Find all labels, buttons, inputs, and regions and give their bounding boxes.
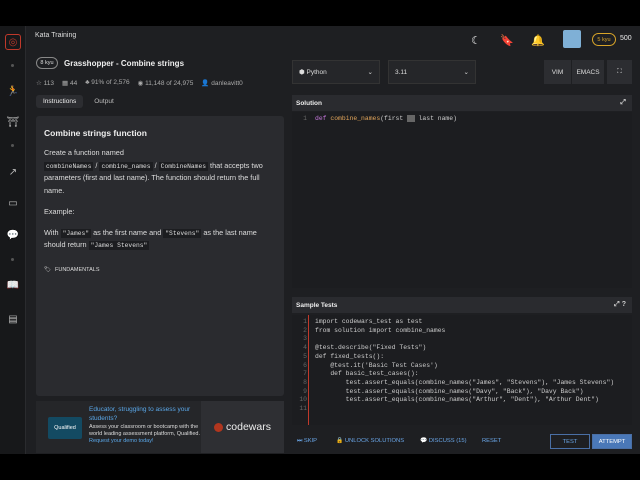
kata-tabs: Instructions Output (36, 95, 121, 108)
code-line: def basic_test_cases(): (315, 370, 419, 378)
nav-dot (11, 64, 14, 67)
chevron-down-icon: ⌄ (367, 69, 373, 76)
chevron-down-icon: ⌄ (463, 69, 469, 76)
description-paragraph: Create a function named combineNames / c… (44, 147, 263, 196)
chat-icon[interactable]: ▭ (6, 196, 20, 210)
satisfaction-stat: ♣ 91% of 2,576 (85, 79, 130, 86)
test-button[interactable]: TEST (550, 434, 590, 449)
running-icon[interactable]: 🏃 (6, 84, 20, 98)
qualified-logo: Qualified (48, 417, 82, 439)
python-icon: ⬢ (299, 69, 305, 76)
line-number: 7 (303, 370, 307, 378)
line-number: 4 (303, 344, 307, 352)
discuss-button[interactable]: 💬 DISCUSS (15) (420, 438, 467, 444)
code-arg1: "James" (60, 228, 92, 238)
stars-stat[interactable]: ☆ 113 (36, 79, 54, 87)
example-label: Example: (44, 206, 75, 216)
code-line: def fixed_tests(): (315, 352, 385, 360)
expand-icon[interactable]: ⤢ (620, 99, 626, 107)
line-number: 1 (303, 115, 307, 122)
top-bar: Kata Training ☾ 🔖 🔔 5 kyu 500 (26, 26, 640, 54)
emacs-button[interactable]: EMACS (572, 60, 604, 84)
author-stat[interactable]: 👤 danleavitt0 (201, 79, 242, 87)
docs-icon[interactable]: ▤ (6, 312, 20, 326)
line-number: 10 (299, 396, 307, 404)
tab-output[interactable]: Output (87, 95, 121, 108)
version-select[interactable]: 3.11 ⌄ (388, 60, 476, 84)
codewars-brand: codewars (201, 401, 284, 453)
fullscreen-icon[interactable]: ⛶ (607, 60, 632, 84)
line-number: 6 (303, 361, 307, 369)
left-sidebar: ◎ 🏃 ⛩ ↗ ▭ 💬 📖 ▤ (0, 26, 26, 454)
avatar[interactable] (563, 30, 581, 48)
solution-header: Solution ⤢ (292, 95, 632, 111)
tag-icon: 🏷 (44, 267, 51, 274)
code-line: def combine_names(first __ last name) (315, 115, 457, 122)
line-number: 1 (303, 318, 307, 325)
nav-dot (11, 258, 14, 261)
line-number: 3 (303, 335, 307, 343)
skip-button[interactable]: ⏭ SKIP (297, 438, 317, 445)
code-line: @test.it('Basic Test Cases') (315, 361, 438, 369)
kata-stats: ☆ 113 ▦ 44 ♣ 91% of 2,576 ◉ 11,148 of 24… (36, 79, 243, 87)
code-fn1: combineNames (44, 161, 94, 171)
example-paragraph: With "James" as the first name and "Stev… (44, 227, 257, 251)
sample-tests-header: Sample Tests ⤢ ? (292, 297, 632, 313)
completed-stat: ◉ 11,148 of 24,975 (137, 80, 194, 87)
nav-dot (11, 144, 14, 147)
honor-count: 500 (620, 35, 632, 42)
code-line: import codewars_test as test (315, 318, 423, 325)
language-select[interactable]: ⬢ Python ⌄ (292, 60, 380, 84)
line-number: 5 (303, 352, 307, 360)
code-line: test.assert_equals(combine_names("James"… (315, 378, 615, 386)
line-number: 2 (303, 326, 307, 334)
collections-stat[interactable]: ▦ 44 (62, 79, 77, 87)
kata-title: Grasshopper - Combine strings (64, 59, 185, 68)
tab-instructions[interactable]: Instructions (36, 95, 84, 108)
ad-link[interactable]: Request your demo today! (89, 438, 201, 445)
line-number: 8 (303, 378, 307, 386)
ad-banner[interactable]: Qualified Educator, struggling to assess… (36, 401, 284, 453)
code-arg2: "Stevens" (163, 228, 202, 238)
expand-icon[interactable]: ⤢ ? (614, 301, 626, 309)
description-panel: Combine strings function Create a functi… (36, 116, 284, 396)
solution-editor[interactable]: 1 def combine_names(first __ last name) (292, 112, 632, 288)
line-number: 9 (303, 387, 307, 395)
description-heading: Combine strings function (44, 128, 147, 138)
bookmark-icon[interactable]: 🔖 (500, 33, 514, 47)
page-section-title: Kata Training (35, 32, 77, 39)
code-fn3: CombineNames (158, 161, 209, 171)
ad-headline: Educator, struggling to assess your stud… (89, 406, 191, 422)
tests-editor[interactable]: 1 import codewars_test as test 2 from solut… (292, 315, 632, 425)
unlock-solutions-button[interactable]: 🔒 UNLOCK SOLUTIONS (336, 438, 404, 444)
book-icon[interactable]: 📖 (6, 278, 20, 292)
code-result: "James Stevens" (88, 241, 150, 251)
ad-body: Assess your classroom or bootcamp with t… (89, 423, 200, 437)
discuss-icon[interactable]: 💬 (6, 228, 20, 242)
rank-badge: 5 kyu (592, 33, 616, 46)
codewars-brand-text: codewars (226, 421, 271, 433)
kyu-badge: 8 kyu (36, 57, 58, 69)
codewars-logo-icon[interactable]: ◎ (5, 34, 21, 50)
moon-icon[interactable]: ☾ (469, 33, 483, 47)
dojo-icon[interactable]: ⛩ (6, 115, 20, 129)
vim-button[interactable]: VIM (544, 60, 571, 84)
code-line: test.assert_equals(combine_names("Arthur… (315, 396, 599, 404)
tag-fundamentals[interactable]: 🏷 FUNDAMENTALS (44, 266, 276, 276)
reset-button[interactable]: RESET (482, 438, 501, 444)
codewars-logo-icon (214, 422, 224, 432)
code-line: from solution import combine_names (315, 326, 446, 334)
ad-text: Educator, struggling to assess your stud… (89, 406, 201, 446)
code-line: @test.describe("Fixed Tests") (315, 344, 427, 352)
trending-icon[interactable]: ↗ (6, 165, 20, 179)
code-line: test.assert_equals(combine_names("Davy",… (315, 387, 584, 395)
code-fn2: combine_names (99, 161, 153, 171)
line-number: 11 (299, 405, 307, 412)
bell-icon[interactable]: 🔔 (531, 33, 545, 47)
attempt-button[interactable]: ATTEMPT (592, 434, 632, 449)
